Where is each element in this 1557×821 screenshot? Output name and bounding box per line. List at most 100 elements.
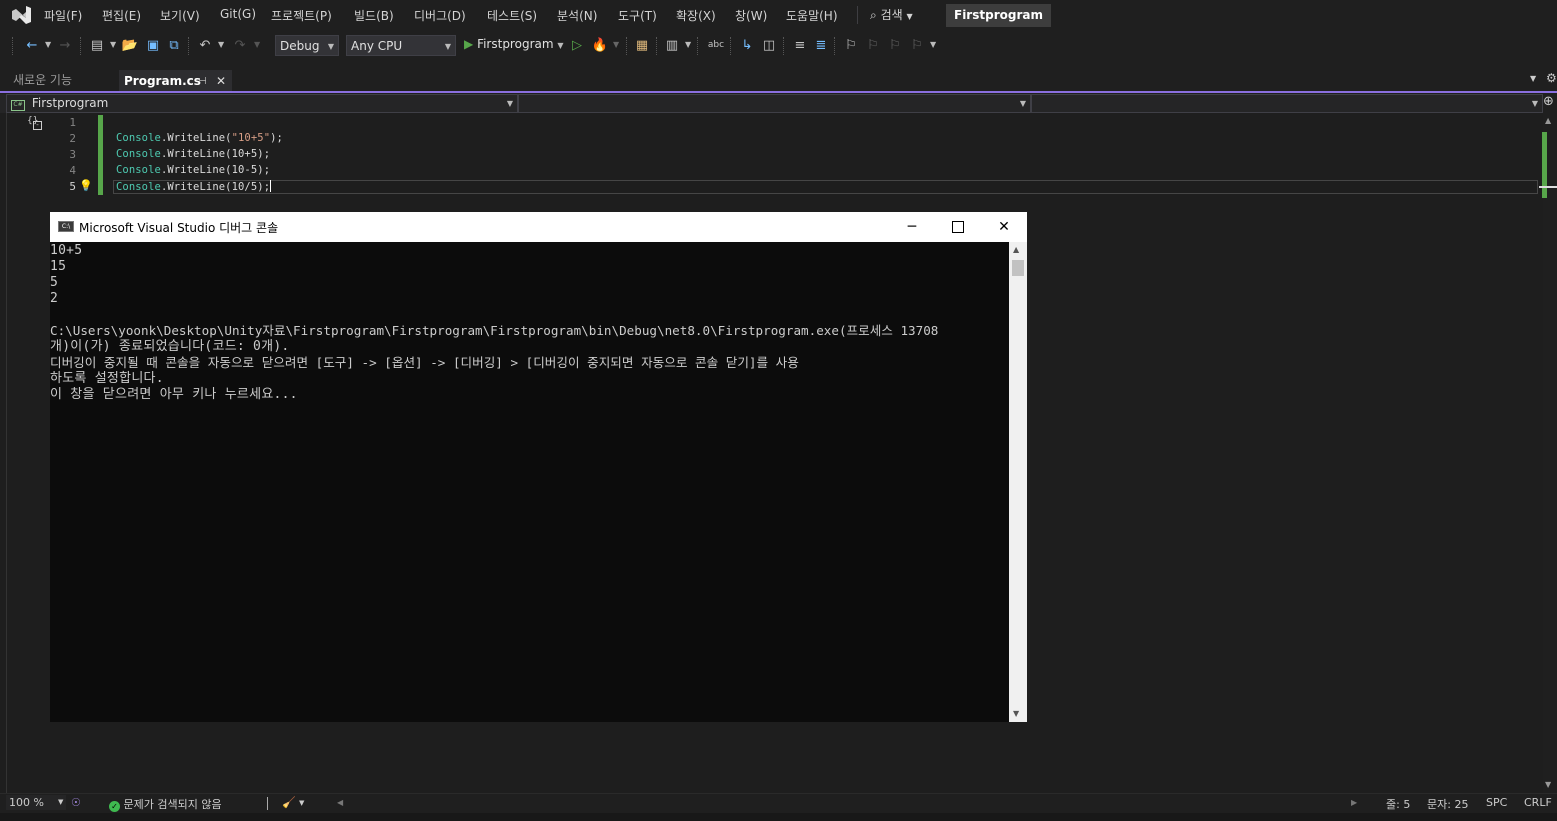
platform-select[interactable]: Any CPU ▼: [346, 35, 456, 56]
bookmark-icon[interactable]: ⚐: [843, 37, 859, 53]
collapse-icon[interactable]: -: [33, 121, 42, 130]
console-title-bar[interactable]: C:\ Microsoft Visual Studio 디버그 콘솔 ─ ✕: [50, 212, 1027, 242]
chevron-down-icon[interactable]: ▼: [299, 799, 304, 807]
pin-icon[interactable]: ⊣: [198, 71, 207, 92]
lightbulb-icon[interactable]: 💡: [79, 179, 93, 192]
minimize-button[interactable]: ─: [889, 212, 935, 242]
comment-icon[interactable]: ≡: [792, 37, 808, 53]
scroll-down-icon[interactable]: ▼: [1013, 709, 1019, 718]
zoom-select[interactable]: 100 % ▼: [6, 795, 66, 810]
char-indicator[interactable]: 문자: 25: [1427, 796, 1468, 812]
step-icon[interactable]: ↳: [739, 37, 755, 53]
menu-tools[interactable]: 도구(T): [618, 7, 657, 24]
start-without-debugging-icon[interactable]: ▷: [569, 37, 585, 53]
whitespace-indicator[interactable]: SPC: [1486, 796, 1507, 809]
horizontal-scrollbar[interactable]: [347, 798, 1347, 809]
code-line[interactable]: Console.WriteLine("10+5");: [116, 132, 283, 144]
undo-icon[interactable]: ↶: [197, 37, 213, 53]
configuration-select[interactable]: Debug ▼: [275, 35, 339, 56]
console-line: 개)이(가) 종료되었습니다(코드: 0개).: [50, 339, 290, 354]
gear-icon[interactable]: ⚙: [1546, 71, 1557, 85]
forward-icon[interactable]: →: [57, 37, 73, 53]
menu-project[interactable]: 프로젝트(P): [271, 7, 332, 24]
start-debugging-button[interactable]: ▶ Firstprogram ▼: [464, 37, 564, 51]
redo-icon[interactable]: ↷: [232, 37, 248, 53]
type-select[interactable]: ▼: [518, 94, 1031, 113]
project-select[interactable]: C# Firstprogram ▼: [6, 94, 518, 113]
scroll-up-icon[interactable]: ▲: [1545, 116, 1551, 125]
code-line[interactable]: Console.WriteLine(10-5);: [116, 164, 270, 176]
close-button[interactable]: ✕: [981, 212, 1027, 242]
spell-check-icon[interactable]: abc: [708, 37, 724, 53]
member-select[interactable]: ▼: [1031, 94, 1543, 113]
editor-scrollbar[interactable]: [1543, 113, 1557, 793]
copilot-icon[interactable]: ☉: [71, 796, 81, 809]
current-line-highlight: [113, 180, 1538, 194]
code-string: "10+5": [231, 132, 271, 144]
menu-build[interactable]: 빌드(B): [354, 7, 394, 24]
split-icon[interactable]: ◫: [761, 37, 777, 53]
scroll-left-icon[interactable]: ◀: [337, 798, 343, 807]
code-line[interactable]: Console.WriteLine(10/5);: [116, 180, 272, 193]
menu-separator: [857, 6, 858, 24]
scroll-right-icon[interactable]: ▶: [1351, 798, 1357, 807]
chevron-down-icon[interactable]: ▼: [613, 40, 619, 49]
hot-reload-icon[interactable]: 🔥: [592, 37, 608, 53]
platform-value: Any CPU: [351, 39, 403, 53]
previous-bookmark-icon[interactable]: ⚐: [865, 37, 881, 53]
maximize-button[interactable]: [935, 212, 981, 242]
chevron-down-icon[interactable]: ▼: [45, 40, 51, 49]
line-ending-indicator[interactable]: CRLF: [1524, 796, 1552, 809]
menu-bar: 파일(F) 편집(E) 보기(V) Git(G) 프로젝트(P) 빌드(B) 디…: [0, 0, 1557, 31]
chevron-down-icon[interactable]: ▼: [685, 40, 691, 49]
toolbar-grip: [783, 37, 787, 55]
close-icon[interactable]: ✕: [216, 71, 226, 92]
menu-git[interactable]: Git(G): [220, 7, 256, 21]
save-all-icon[interactable]: ⧉: [166, 37, 182, 53]
toolbar-grip[interactable]: [12, 37, 16, 55]
back-icon[interactable]: ←: [24, 37, 40, 53]
next-bookmark-icon[interactable]: ⚐: [887, 37, 903, 53]
code-line[interactable]: Console.WriteLine(10+5);: [116, 148, 270, 160]
tab-whats-new[interactable]: 새로운 기능: [8, 70, 116, 91]
visual-studio-logo-icon[interactable]: [10, 5, 32, 25]
debug-console-window[interactable]: C:\ Microsoft Visual Studio 디버그 콘솔 ─ ✕ 1…: [50, 212, 1027, 722]
chevron-down-icon[interactable]: ▼: [254, 40, 260, 49]
tab-overflow-icon[interactable]: ▼: [1530, 74, 1536, 83]
solution-explorer-icon[interactable]: ▦: [634, 37, 650, 53]
uncomment-icon[interactable]: ≣: [813, 37, 829, 53]
search-button[interactable]: ⌕ 검색 ▼: [870, 6, 913, 23]
scroll-up-icon[interactable]: ▲: [1013, 245, 1019, 254]
save-icon[interactable]: ▣: [145, 37, 161, 53]
open-folder-icon[interactable]: 📂: [122, 37, 138, 53]
scroll-down-icon[interactable]: ▼: [1545, 780, 1551, 789]
issues-indicator[interactable]: ✓ 문제가 검색되지 않음: [109, 796, 222, 812]
menu-edit[interactable]: 편집(E): [102, 7, 141, 24]
cleanup-icon[interactable]: 🧹: [282, 796, 296, 809]
status-separator: [267, 797, 268, 810]
menu-view[interactable]: 보기(V): [160, 7, 200, 24]
chevron-down-icon: ▼: [327, 42, 334, 51]
clear-bookmarks-icon[interactable]: ⚐: [909, 37, 925, 53]
menu-window[interactable]: 창(W): [735, 7, 767, 24]
menu-file[interactable]: 파일(F): [44, 7, 82, 24]
layout-icon[interactable]: ▥: [664, 37, 680, 53]
menu-analyze[interactable]: 분석(N): [557, 7, 597, 24]
split-editor-icon[interactable]: ⊕: [1543, 94, 1554, 109]
issues-text: 문제가 검색되지 않음: [123, 798, 222, 811]
menu-help[interactable]: 도움말(H): [786, 7, 838, 24]
tab-program-cs[interactable]: Program.cs ⊣ ✕: [119, 70, 232, 91]
solution-title[interactable]: Firstprogram: [946, 4, 1051, 27]
console-output[interactable]: 10+5 15 5 2 C:\Users\yoonk\Desktop\Unity…: [50, 242, 1009, 722]
new-project-icon[interactable]: ▤: [89, 37, 105, 53]
chevron-down-icon[interactable]: ▼: [218, 40, 224, 49]
menu-extensions[interactable]: 확장(X): [676, 7, 716, 24]
line-indicator[interactable]: 줄: 5: [1386, 796, 1410, 812]
console-scroll-thumb[interactable]: [1012, 260, 1024, 276]
menu-debug[interactable]: 디버그(D): [414, 7, 466, 24]
menu-test[interactable]: 테스트(S): [487, 7, 537, 24]
toolbar-overflow-icon[interactable]: ▼: [930, 40, 936, 49]
chevron-down-icon[interactable]: ▼: [110, 40, 116, 49]
console-scrollbar[interactable]: [1009, 242, 1027, 722]
code-class: Console: [116, 181, 161, 193]
